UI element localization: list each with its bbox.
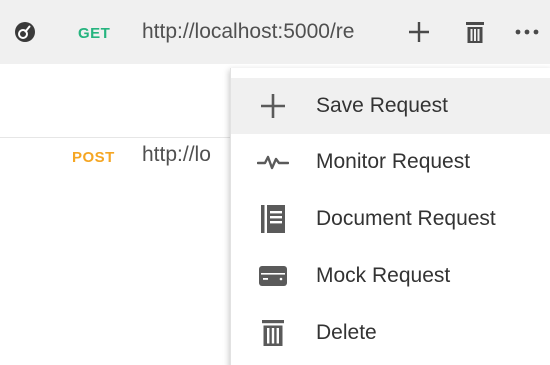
method-badge-get: GET [78,25,111,42]
activity-status-icon [14,21,36,43]
request-context-menu: Save Request Monitor Request Document Re… [230,68,550,365]
plus-icon [409,22,429,42]
request-url[interactable]: http://localhost:5000/re [142,20,392,44]
menu-item-save-request[interactable]: Save Request [231,78,550,134]
menu-item-monitor-request[interactable]: Monitor Request [231,134,550,190]
trash-icon [466,22,484,43]
request-row-get[interactable]: GET http://localhost:5000/re [0,0,550,64]
page: GET http://localhost:5000/re POST http:/… [0,0,550,365]
menu-item-document-request[interactable]: Document Request [231,191,550,247]
delete-request-button[interactable] [462,18,488,46]
menu-item-delete[interactable]: Delete [231,305,550,361]
document-icon [255,201,291,237]
menu-item-label: Save Request [316,94,448,117]
menu-item-mock-request[interactable]: Mock Request [231,248,550,304]
trash-icon [255,315,291,351]
add-request-button[interactable] [404,18,434,46]
menu-item-label: Delete [316,321,377,344]
pulse-icon [255,144,291,180]
server-icon [255,258,291,294]
row-divider [0,137,230,138]
menu-item-label: Mock Request [316,264,451,287]
method-badge-post: POST [72,149,115,166]
menu-item-label: Document Request [316,207,496,230]
menu-item-label: Monitor Request [316,150,471,173]
more-options-button[interactable] [512,18,542,46]
more-icon [515,29,539,35]
request-url[interactable]: http://lo [142,143,228,167]
plus-icon [255,88,291,124]
